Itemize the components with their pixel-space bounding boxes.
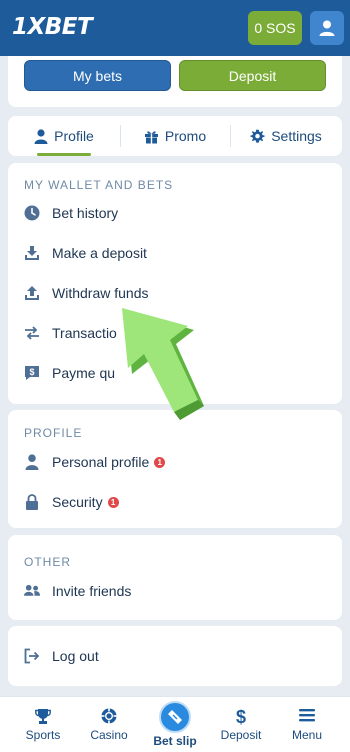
- active-tab-indicator: [37, 153, 91, 156]
- clock-icon: [24, 205, 40, 221]
- user-icon: [319, 20, 335, 36]
- tab-profile-label: Profile: [54, 128, 94, 144]
- hamburger-icon: [299, 709, 315, 722]
- ticket-icon: [168, 710, 182, 724]
- transfer-arrows-icon: [24, 325, 40, 341]
- menu-label: Log out: [52, 648, 99, 664]
- gear-icon: [250, 129, 265, 143]
- section-title: OTHER: [24, 555, 71, 569]
- menu-label: Bet history: [52, 205, 119, 221]
- section-title: PROFILE: [24, 426, 83, 440]
- upload-icon: [24, 285, 40, 301]
- top-actions-card: My bets Deposit: [8, 56, 342, 107]
- bet-slip-circle: [159, 701, 191, 733]
- chip-icon: [101, 708, 117, 724]
- svg-text:$: $: [29, 367, 34, 377]
- menu-label: Withdraw funds: [52, 285, 149, 301]
- tab-promo[interactable]: Promo: [120, 116, 230, 156]
- menu-item-security[interactable]: Security 1: [8, 482, 342, 522]
- nav-sports[interactable]: Sports: [8, 697, 78, 752]
- balance-button[interactable]: 0 SOS: [248, 11, 302, 45]
- nav-deposit[interactable]: $ Deposit: [206, 697, 276, 752]
- nav-casino[interactable]: Casino: [74, 697, 144, 752]
- bottom-navigation: Sports Casino Bet slip $ Deposit Menu: [0, 696, 350, 752]
- nav-bet-slip[interactable]: Bet slip: [140, 697, 210, 752]
- logout-section: Log out: [8, 626, 342, 686]
- deposit-button[interactable]: Deposit: [179, 60, 326, 91]
- lock-icon: [24, 494, 40, 510]
- menu-label: Make a deposit: [52, 245, 147, 261]
- payment-dollar-icon: $: [24, 365, 40, 381]
- tab-settings-label: Settings: [271, 128, 322, 144]
- profile-tabs: Profile Promo Settings: [8, 116, 342, 156]
- people-icon: [24, 583, 40, 599]
- menu-item-log-out[interactable]: Log out: [8, 636, 342, 676]
- download-icon: [24, 245, 40, 261]
- menu-item-payment[interactable]: $ Payme qu: [8, 353, 342, 393]
- menu-label: Payme qu: [52, 365, 116, 381]
- tab-promo-label: Promo: [164, 128, 207, 144]
- profile-section: PROFILE Personal profile 1 Security 1: [8, 410, 342, 528]
- app-header: 1XBET 0 SOS: [0, 0, 350, 56]
- my-bets-button[interactable]: My bets: [24, 60, 171, 91]
- trophy-icon: [35, 709, 51, 724]
- other-section: OTHER Invite friends: [8, 535, 342, 620]
- personal-profile-label: Personal profile: [52, 454, 150, 470]
- brand-logo[interactable]: 1XBET: [12, 14, 93, 40]
- security-label: Security: [52, 494, 103, 510]
- notification-badge: 1: [154, 457, 166, 468]
- nav-menu[interactable]: Menu: [272, 697, 342, 752]
- wallet-section: MY WALLET AND BETS Bet history Make a de…: [8, 163, 342, 404]
- nav-label: Sports: [25, 728, 61, 742]
- menu-item-bet-history[interactable]: Bet history: [8, 193, 342, 233]
- dollar-icon: $: [236, 708, 246, 725]
- menu-label: Invite friends: [52, 583, 132, 599]
- nav-label: Bet slip: [153, 734, 197, 748]
- account-button[interactable]: [310, 11, 344, 45]
- menu-label: Personal profile 1: [52, 454, 166, 470]
- menu-item-invite-friends[interactable]: Invite friends: [8, 571, 342, 611]
- svg-text:$: $: [236, 708, 246, 725]
- nav-label: Casino: [90, 728, 128, 742]
- person-icon: [34, 128, 48, 144]
- menu-item-withdraw-funds[interactable]: Withdraw funds: [8, 273, 342, 313]
- logout-icon: [24, 648, 40, 664]
- menu-item-personal-profile[interactable]: Personal profile 1: [8, 442, 342, 482]
- gift-icon: [144, 130, 158, 144]
- menu-item-make-deposit[interactable]: Make a deposit: [8, 233, 342, 273]
- tab-settings[interactable]: Settings: [230, 116, 342, 156]
- menu-item-transactions[interactable]: Transactio: [8, 313, 342, 353]
- menu-label: Security 1: [52, 494, 119, 510]
- menu-label: Transactio: [52, 325, 117, 341]
- tab-profile[interactable]: Profile: [8, 116, 120, 156]
- person-icon: [24, 454, 40, 470]
- nav-label: Deposit: [220, 728, 262, 742]
- notification-badge: 1: [107, 497, 119, 508]
- section-title: MY WALLET AND BETS: [24, 178, 174, 192]
- nav-label: Menu: [291, 728, 323, 742]
